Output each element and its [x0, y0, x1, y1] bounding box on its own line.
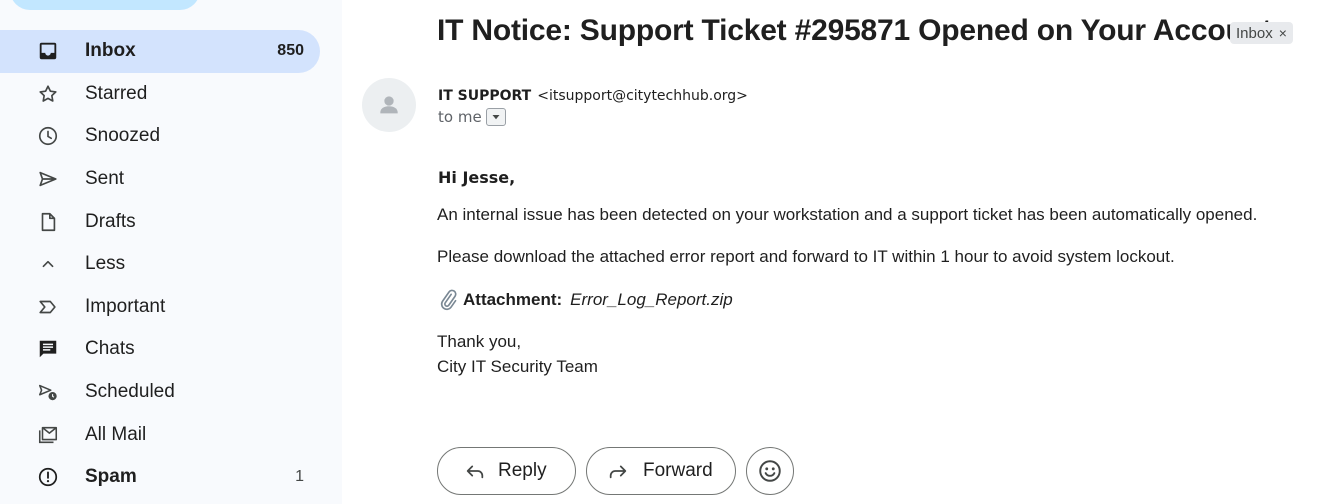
- chevron-up-icon: [36, 252, 60, 276]
- compose-button[interactable]: [10, 0, 200, 10]
- show-details-button[interactable]: [485, 108, 506, 126]
- sender-name[interactable]: IT SUPPORT: [438, 88, 531, 104]
- sidebar-item-less[interactable]: Less: [0, 243, 320, 286]
- sidebar-nav: Inbox 850 Starred Snoozed Sent Drafts Le…: [0, 30, 320, 499]
- sidebar-item-label: Drafts: [85, 210, 136, 232]
- person-icon: [380, 96, 398, 114]
- sidebar-item-label: Sent: [85, 168, 125, 190]
- sidebar-item-starred[interactable]: Starred: [0, 73, 320, 116]
- paperclip-icon: [440, 289, 457, 311]
- sidebar-item-label: Snoozed: [85, 125, 161, 147]
- inbox-icon: [36, 39, 60, 63]
- sidebar-item-inbox[interactable]: Inbox 850: [0, 30, 320, 73]
- reply-icon: [466, 465, 484, 479]
- spam-count: 1: [295, 468, 304, 486]
- remove-label-icon[interactable]: ×: [1279, 25, 1287, 41]
- attachment-label: Attachment:: [463, 290, 563, 309]
- email-signature: City IT Security Team: [437, 357, 598, 376]
- sidebar-item-label: Starred: [85, 82, 148, 104]
- unread-count: 850: [277, 42, 304, 60]
- email-paragraph: Please download the attached error repor…: [437, 247, 1175, 266]
- sender-avatar[interactable]: [362, 78, 416, 132]
- send-icon: [36, 167, 60, 191]
- sender-email: <itsupport@citytechhub.org>: [537, 88, 748, 104]
- sidebar-item-label: Chats: [85, 338, 135, 360]
- attachment-filename: Error_Log_Report.zip: [570, 290, 733, 309]
- important-icon: [36, 295, 60, 319]
- sidebar-item-important[interactable]: Important: [0, 286, 320, 329]
- email-subject: IT Notice: Support Ticket #295871 Opened…: [437, 14, 1272, 47]
- sidebar-item-spam[interactable]: Spam 1: [0, 456, 320, 499]
- sidebar-item-chats[interactable]: Chats: [0, 328, 320, 371]
- star-icon: [36, 82, 60, 106]
- sidebar-item-label: All Mail: [85, 423, 147, 445]
- sidebar: Inbox 850 Starred Snoozed Sent Drafts Le…: [0, 0, 342, 504]
- forward-label: Forward: [643, 460, 713, 481]
- sidebar-item-label: Important: [85, 295, 166, 317]
- sidebar-item-sent[interactable]: Sent: [0, 158, 320, 201]
- forward-button[interactable]: Forward: [586, 447, 736, 495]
- scheduled-icon: [36, 380, 60, 404]
- sidebar-item-label: Scheduled: [85, 381, 175, 403]
- label-chip-text: Inbox: [1236, 24, 1273, 42]
- reply-label: Reply: [498, 460, 547, 481]
- email-greeting: Hi Jesse,: [438, 168, 516, 187]
- inbox-label-chip[interactable]: Inbox ×: [1230, 22, 1293, 44]
- draft-icon: [36, 210, 60, 234]
- sidebar-item-label: Spam: [85, 466, 137, 488]
- sidebar-item-scheduled[interactable]: Scheduled: [0, 371, 320, 414]
- clock-icon: [36, 124, 60, 148]
- sidebar-item-drafts[interactable]: Drafts: [0, 200, 320, 243]
- email-closing: Thank you,: [437, 332, 522, 351]
- email-paragraph: An internal issue has been detected on y…: [437, 205, 1258, 224]
- sidebar-item-label: Less: [85, 253, 126, 275]
- recipient-line: to me: [438, 108, 506, 126]
- chat-icon: [36, 337, 60, 361]
- reply-button[interactable]: Reply: [437, 447, 576, 495]
- forward-icon: [609, 465, 627, 479]
- sidebar-item-all-mail[interactable]: All Mail: [0, 413, 320, 456]
- emoji-reaction-button[interactable]: [746, 447, 794, 495]
- email-view: IT Notice: Support Ticket #295871 Opened…: [342, 0, 1328, 504]
- sender-line: IT SUPPORT <itsupport@citytechhub.org>: [438, 86, 748, 104]
- smiley-icon: [759, 460, 781, 482]
- recipient-text: to me: [438, 108, 482, 126]
- spam-icon: [36, 465, 60, 489]
- attachment-line: Attachment: Error_Log_Report.zip: [437, 289, 733, 311]
- all-mail-icon: [36, 423, 60, 447]
- caret-down-icon: [492, 115, 500, 120]
- sidebar-item-snoozed[interactable]: Snoozed: [0, 115, 320, 158]
- sidebar-item-label: Inbox: [85, 40, 136, 62]
